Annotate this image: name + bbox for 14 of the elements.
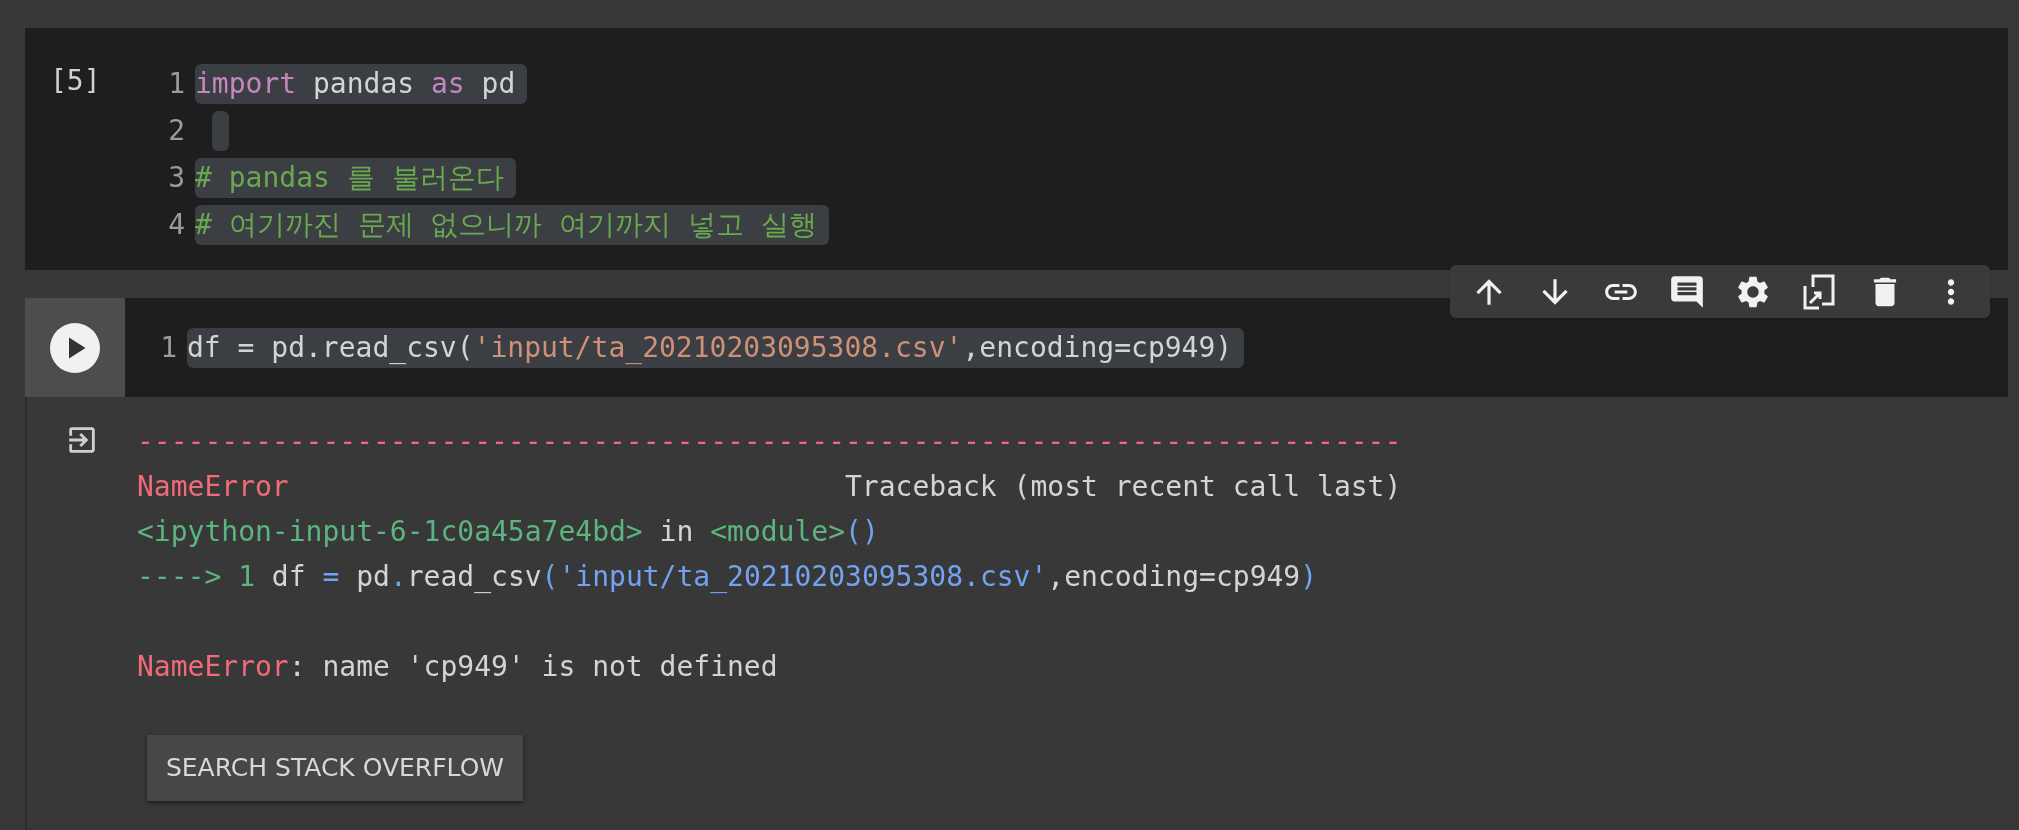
- error-message: NameError: name 'cp949' is not defined: [137, 649, 779, 685]
- execution-count: [5]: [49, 63, 102, 99]
- line-number: 1: [167, 65, 185, 102]
- output-line: ---------------------------------------------------------------------------: [137, 424, 1402, 460]
- line-number: 4: [167, 206, 185, 243]
- run-button[interactable]: [50, 322, 100, 373]
- output-line: ----> 1 df = pd.read_csv('input/ta_20210203095308.csv',encoding=cp949): [137, 559, 1319, 595]
- output-line: <ipython-input-6-1c0a45a7e4bd> in <module>(): [137, 514, 880, 550]
- line-number: 2: [167, 112, 185, 149]
- line-number: 3: [167, 159, 185, 196]
- output-line: NameError Traceback (most recent call last): [137, 469, 1402, 505]
- search-stack-overflow-button[interactable]: SEARCH STACK OVERFLOW: [147, 735, 523, 801]
- line-number: 1: [159, 329, 177, 366]
- selection-highlight: [212, 110, 229, 151]
